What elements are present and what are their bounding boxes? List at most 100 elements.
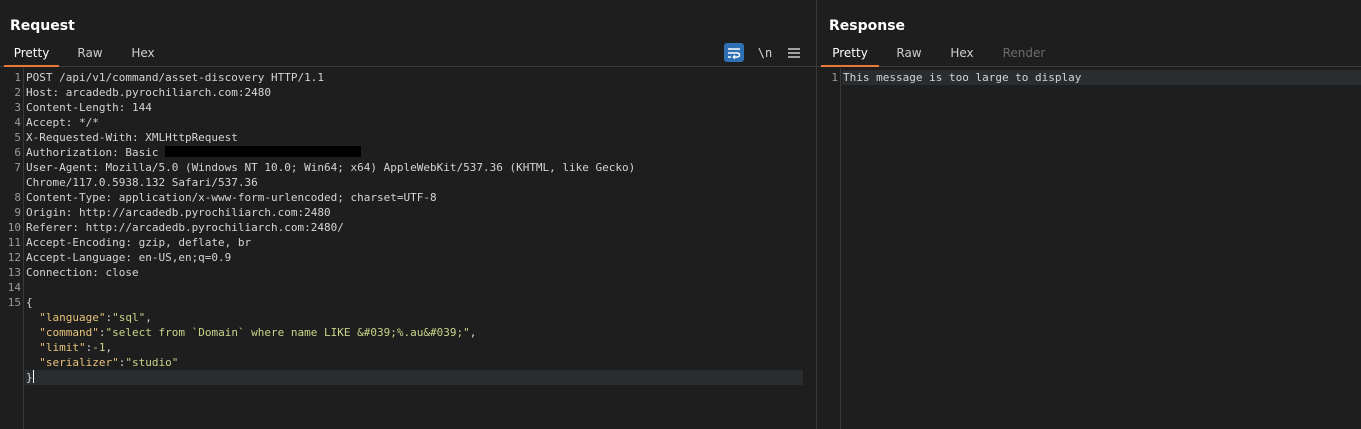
code-line: 8 Content-Type: application/x-www-form-ur…: [0, 190, 816, 205]
line-text: Host: arcadedb.pyrochiliarch.com:2480: [26, 85, 271, 100]
header-text: User-Agent: Mozilla/5.0 (Windows NT 10.0…: [26, 161, 636, 174]
line-number: 15: [7, 296, 21, 309]
code-line: 13 Connection: close: [0, 265, 816, 280]
line-number: 11: [7, 236, 21, 249]
json-value: -1: [92, 341, 106, 354]
code-line: 2 Host: arcadedb.pyrochiliarch.com:2480: [0, 85, 816, 100]
json-key: "limit": [39, 341, 86, 354]
line-text: }: [26, 370, 34, 385]
header-text: Host: arcadedb.pyrochiliarch.com:2480: [26, 86, 272, 99]
response-tab-raw[interactable]: Raw: [891, 46, 927, 67]
code-line: 9 Origin: http://arcadedb.pyrochiliarch.c…: [0, 205, 816, 220]
request-tab-raw[interactable]: Raw: [72, 46, 108, 67]
response-tabs: Pretty Raw Hex Render: [817, 42, 1361, 67]
header-text: Origin: http://arcadedb.pyrochiliarch.co…: [26, 206, 331, 219]
json-key: "command": [39, 326, 99, 339]
code-line: 10 Referer: http://arcadedb.pyrochiliarch…: [0, 220, 816, 235]
line-number: 14: [7, 281, 21, 294]
line-text: "language":"sql",: [39, 311, 152, 324]
json-value: "studio": [125, 356, 179, 369]
show-newlines-button[interactable]: \n: [756, 43, 774, 62]
text-cursor: [32, 370, 34, 383]
header-text: Content-Length: 144: [26, 101, 152, 114]
code-line: "command":"select from `Domain` where na…: [0, 325, 816, 340]
line-text: "serializer":"studio": [39, 356, 179, 369]
code-line: 5 X-Requested-With: XMLHttpRequest: [0, 130, 816, 145]
header-text: Chrome/117.0.5938.132 Safari/537.36: [26, 176, 258, 189]
line-number: 7: [14, 161, 21, 174]
header-text: X-Requested-With: XMLHttpRequest: [26, 131, 238, 144]
line-text: Accept: */*: [26, 115, 99, 130]
json-comma: ,: [145, 311, 152, 324]
header-text: Connection: close: [26, 266, 139, 279]
line-text: Chrome/117.0.5938.132 Safari/537.36: [26, 175, 258, 190]
line-number: 3: [14, 101, 21, 114]
menu-button[interactable]: [786, 43, 802, 62]
code-line: 1 POST /api/v1/command/asset-discovery HT…: [0, 70, 816, 85]
line-number: 1: [831, 71, 838, 84]
code-line: "language":"sql",: [0, 310, 816, 325]
header-text: Accept: */*: [26, 116, 99, 129]
line-number: 6: [14, 146, 21, 159]
response-text: This message is too large to display: [843, 71, 1082, 84]
request-editor[interactable]: 1 POST /api/v1/command/asset-discovery HT…: [0, 68, 816, 429]
line-number: 1: [14, 71, 21, 84]
line-text: Connection: close: [26, 265, 139, 280]
line-number: 5: [14, 131, 21, 144]
line-number: 8: [14, 191, 21, 204]
json-value: "sql": [112, 311, 146, 324]
code-line: 6 Authorization: Basic: [0, 145, 816, 160]
line-text: Accept-Language: en-US,en;q=0.9: [26, 250, 231, 265]
hamburger-menu-icon: [788, 47, 800, 58]
line-text: POST /api/v1/command/asset-discovery HTT…: [26, 70, 324, 85]
line-text: "command":"select from `Domain` where na…: [39, 326, 477, 339]
line-number: 9: [14, 206, 21, 219]
line-text: Content-Length: 144: [26, 100, 152, 115]
line-text: "limit":-1,: [39, 341, 113, 354]
json-brace: {: [26, 296, 33, 309]
word-wrap-button[interactable]: [724, 43, 744, 62]
line-text: {: [26, 295, 33, 310]
json-key: "language": [39, 311, 106, 324]
code-line: }: [0, 370, 816, 385]
request-tabs: Pretty Raw Hex: [0, 42, 816, 67]
code-line: 7 User-Agent: Mozilla/5.0 (Windows NT 10.…: [0, 160, 816, 175]
code-line: 14: [0, 280, 816, 295]
line-text: Content-Type: application/x-www-form-url…: [26, 190, 437, 205]
line-text: X-Requested-With: XMLHttpRequest: [26, 130, 238, 145]
code-line: 12 Accept-Language: en-US,en;q=0.9: [0, 250, 816, 265]
request-pane: Request Pretty Raw Hex \n 1 POST /api/v1/…: [0, 0, 816, 429]
json-value: "select from `Domain` where name LIKE &#…: [105, 326, 470, 339]
response-code: 1 This message is too large to display: [817, 68, 1361, 429]
line-number: 10: [7, 221, 21, 234]
request-tab-hex[interactable]: Hex: [124, 46, 162, 67]
code-line: 4 Accept: */*: [0, 115, 816, 130]
current-line-highlight: [25, 370, 803, 385]
request-tab-pretty[interactable]: Pretty: [4, 46, 59, 67]
header-text: Content-Type: application/x-www-form-url…: [26, 191, 437, 204]
line-number: 12: [7, 251, 21, 264]
request-code: 1 POST /api/v1/command/asset-discovery HT…: [0, 68, 816, 429]
response-tab-hex[interactable]: Hex: [943, 46, 981, 67]
response-editor[interactable]: 1 This message is too large to display: [817, 68, 1361, 429]
line-text: Referer: http://arcadedb.pyrochiliarch.c…: [26, 220, 344, 235]
json-comma: ,: [105, 341, 113, 354]
code-line: 1 This message is too large to display: [817, 70, 1361, 85]
json-brace: }: [26, 371, 33, 384]
response-title: Response: [829, 18, 906, 34]
code-line: Chrome/117.0.5938.132 Safari/537.36: [0, 175, 816, 190]
header-text: Accept-Encoding: gzip, deflate, br: [26, 236, 252, 249]
word-wrap-icon: [728, 47, 741, 59]
header-text: POST /api/v1/command/asset-discovery HTT…: [26, 71, 325, 84]
redacted-credentials: [165, 146, 362, 157]
line-text: This message is too large to display: [843, 70, 1081, 85]
request-title: Request: [10, 18, 75, 34]
line-number: 4: [14, 116, 21, 129]
header-text: Referer: http://arcadedb.pyrochiliarch.c…: [26, 221, 344, 234]
response-tab-render: Render: [1002, 46, 1046, 60]
line-text: User-Agent: Mozilla/5.0 (Windows NT 10.0…: [26, 160, 635, 175]
response-tab-pretty[interactable]: Pretty: [821, 46, 879, 67]
line-text: Authorization: Basic: [26, 145, 362, 160]
line-text: Accept-Encoding: gzip, deflate, br: [26, 235, 251, 250]
line-number: 2: [14, 86, 21, 99]
